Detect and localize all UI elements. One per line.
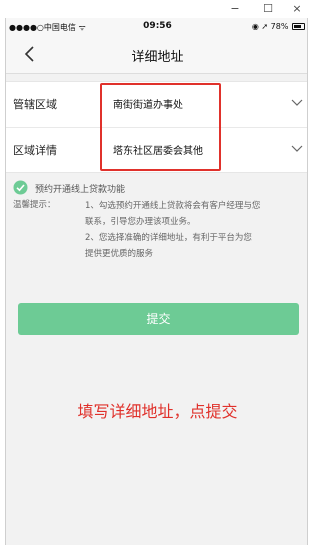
agreement-label: 预约开通线上贷款功能 [35, 185, 126, 195]
battery-level [294, 25, 302, 28]
navigation-bar: 详细地址 [6, 36, 307, 74]
tip-line: 2、您选择准确的详细地址，有利于平台为您 [85, 233, 252, 243]
tip-line: 1、勾选预约开通线上贷款将会有客户经理与您 [85, 201, 261, 211]
jurisdiction-select[interactable]: 管辖区域 南街街道办事处 [6, 82, 307, 128]
window-title-bar: − ☐ × [0, 0, 313, 18]
battery-icon [292, 23, 305, 30]
tip-line: 提供更优质的服务 [85, 249, 154, 259]
check-circle-icon[interactable] [13, 180, 28, 195]
minimize-window-button[interactable]: − [228, 2, 242, 16]
status-right-text: ◉ ➚ 78% [251, 22, 289, 31]
instruction-annotation: 填写详细地址，点提交 [77, 402, 238, 421]
status-bar: ●●●●○中国电信 ᯤ 09:56 ◉ ➚ 78% [6, 18, 307, 36]
tip-line: 联系，引导您办理该项业务。 [85, 217, 196, 227]
status-indicators: ◉ ➚ 78% [252, 22, 305, 31]
address-form: 管辖区域 南街街道办事处 区域详情 塔东社区居委会其他 [6, 81, 307, 174]
area-detail-value: 塔东社区居委会其他 [113, 146, 203, 157]
tips-label: 温馨提示： [13, 200, 56, 210]
area-detail-select[interactable]: 区域详情 塔东社区居委会其他 [6, 128, 307, 174]
phone-screen: ●●●●○中国电信 ᯤ 09:56 ◉ ➚ 78% 详细地址 管辖区域 南街街道… [5, 18, 308, 545]
chevron-down-icon [291, 99, 303, 106]
maximize-window-button[interactable]: ☐ [261, 2, 275, 16]
close-window-button[interactable]: × [290, 2, 304, 16]
area-detail-label: 区域详情 [13, 144, 57, 157]
page-title: 详细地址 [131, 50, 184, 65]
tips-text: 1、勾选预约开通线上贷款将会有客户经理与您 联系，引导您办理该项业务。 2、您选… [85, 198, 305, 262]
chevron-down-icon [291, 145, 303, 152]
jurisdiction-label: 管辖区域 [13, 98, 57, 111]
submit-button[interactable]: 提交 [18, 303, 299, 335]
jurisdiction-value: 南街街道办事处 [113, 100, 183, 111]
